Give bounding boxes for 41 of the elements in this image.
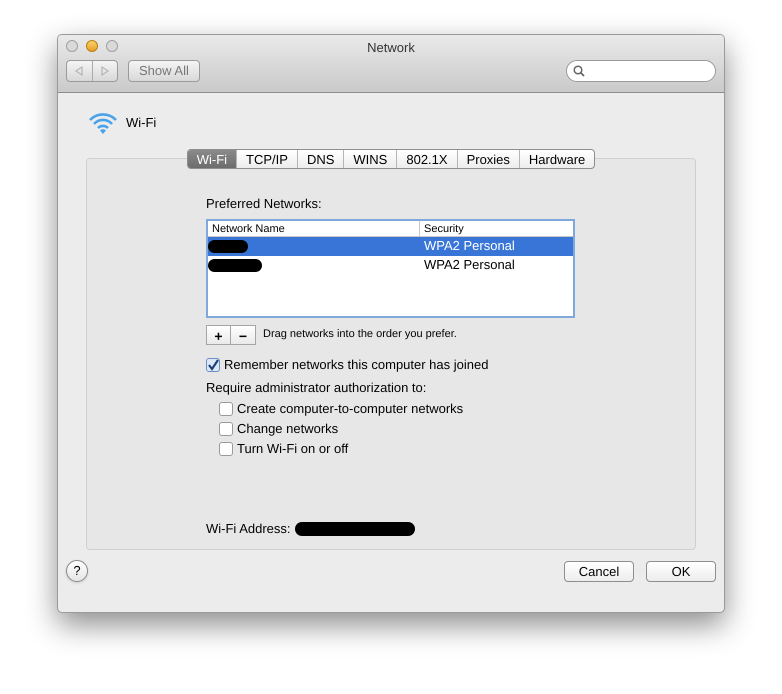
section-label: Preferred Networks: [206,195,323,213]
service-name: Wi-Fi [126,114,156,132]
tab[interactable]: Proxies [456,150,519,168]
checkbox[interactable] [219,422,233,436]
help-button[interactable]: ? [66,560,88,582]
column-header[interactable]: Network Name [208,220,420,236]
security-cell-text: WPA2 Personal [423,256,516,274]
search-field[interactable] [566,60,716,82]
remove-button[interactable]: − [231,326,255,344]
ok-button[interactable]: OK [646,560,716,582]
tab[interactable]: TCP/IP [236,150,297,168]
checkbox[interactable] [219,442,233,456]
column-header[interactable]: Security [420,220,573,236]
wifi-icon [88,111,118,135]
tab[interactable]: WINS [343,150,396,168]
close-icon[interactable] [66,40,78,52]
network-row[interactable]: WPA2 Personal [208,236,573,256]
redaction-mark [208,240,248,252]
hint-text: Drag networks into the order you prefer. [263,327,457,342]
checkbox-label: Remember networks this computer has joined [224,356,488,374]
checkbox[interactable] [206,358,220,372]
add-button[interactable]: + [207,326,231,344]
address-label: Wi-Fi Address: [206,520,291,538]
tab[interactable]: Wi-Fi [188,150,236,168]
window-title: Network [367,39,415,57]
security-cell-text: WPA2 Personal [423,237,516,256]
tab[interactable]: 802.1X [396,150,457,168]
search-icon [573,65,585,77]
tab[interactable]: DNS [296,150,344,168]
checkbox-label: Create computer-to-computer networks [237,400,464,418]
checkbox-label: Turn Wi-Fi on or off [237,440,348,458]
redaction-mark [208,258,262,272]
navigation-buttons[interactable] [66,60,118,82]
section-label: Require administrator authorization to: [206,378,428,397]
show-all-button[interactable]: Show All [128,60,200,82]
checkbox-label: Change networks [237,420,338,438]
zoom-icon[interactable] [106,40,118,52]
cancel-button[interactable]: Cancel [564,560,634,582]
checkbox[interactable] [219,402,233,416]
minimize-icon[interactable] [86,40,98,52]
network-row[interactable]: WPA2 Personal [208,256,573,274]
